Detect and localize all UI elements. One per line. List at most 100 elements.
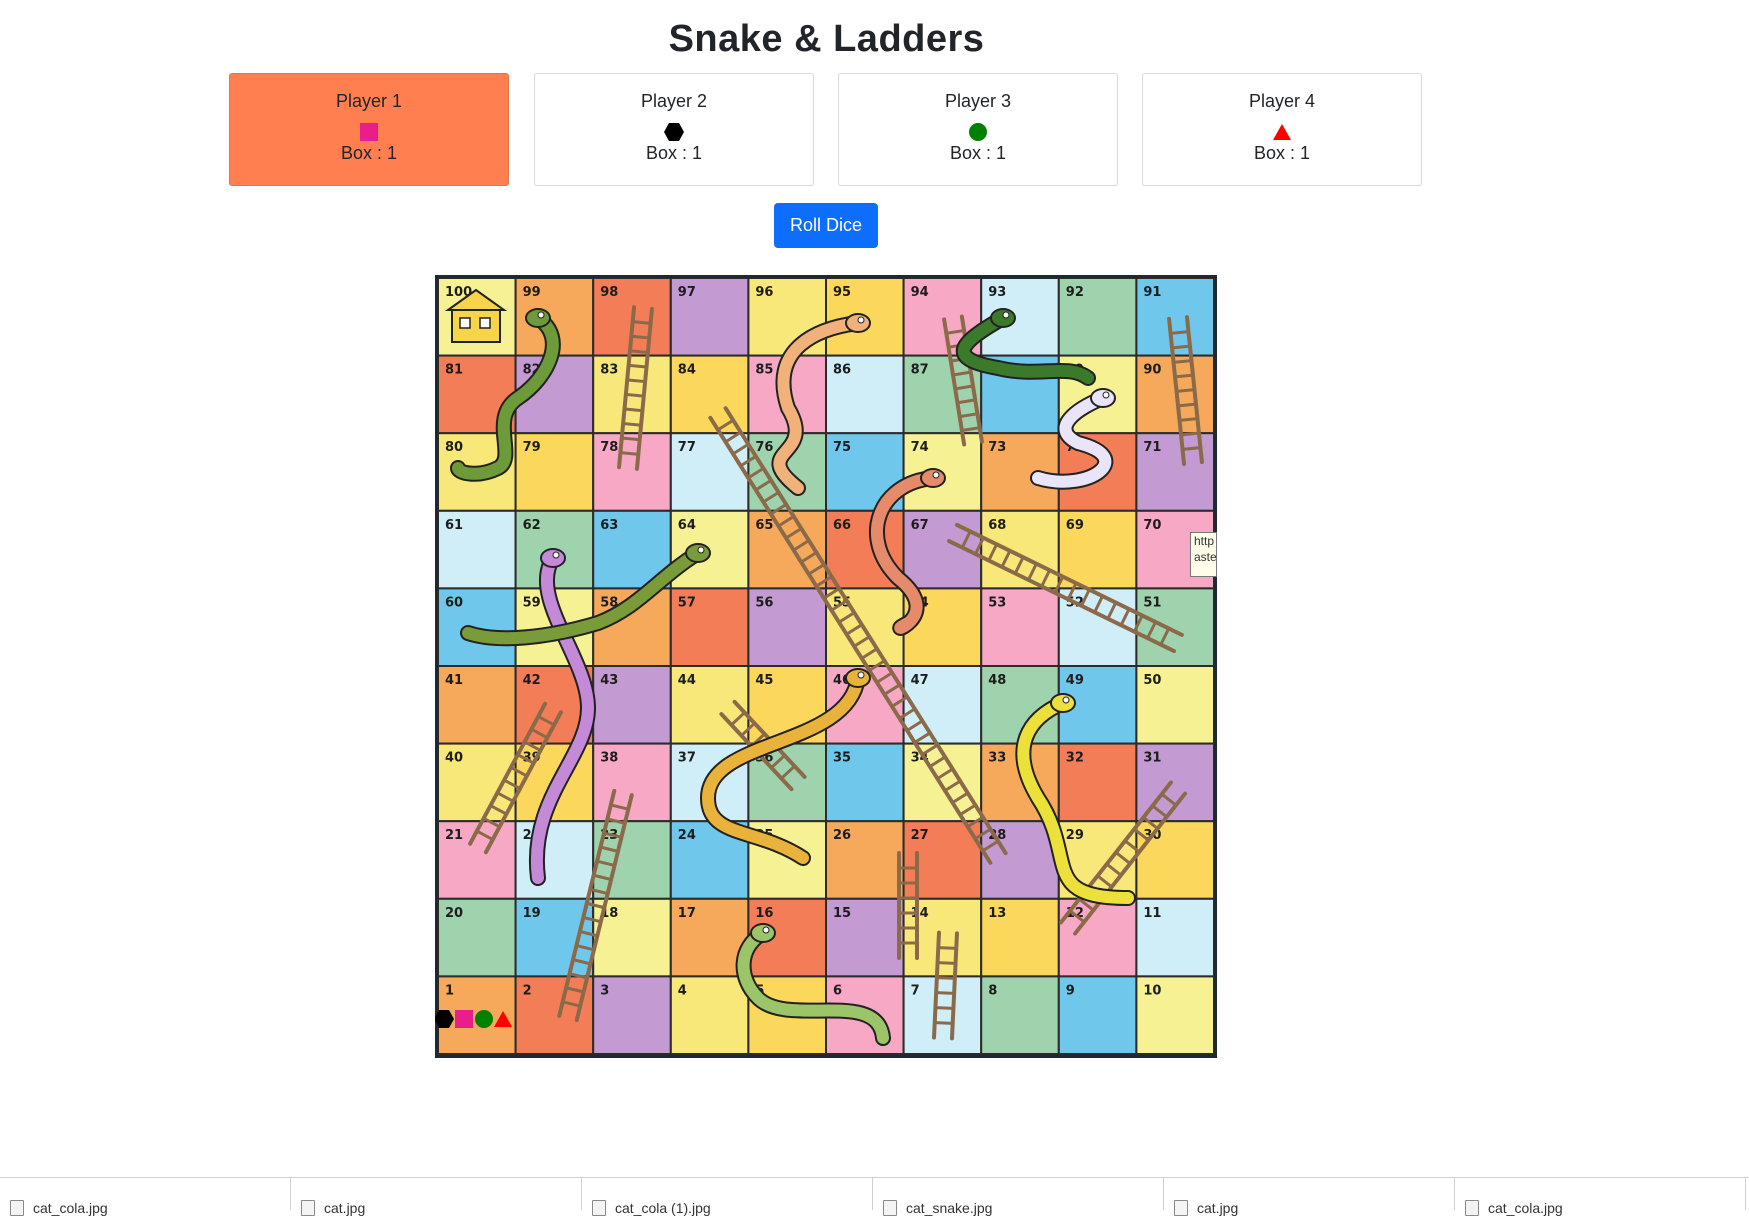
cell-number: 7 (911, 983, 920, 998)
red-triangle-token-icon (494, 1011, 512, 1027)
tooltip: http aste (1190, 532, 1217, 577)
page-title: Snake & Ladders (668, 18, 985, 60)
player-card-4: Player 4 Box : 1 (1142, 73, 1422, 186)
player-tokens-on-square-1 (435, 1010, 512, 1028)
board-cell: 92 (1057, 278, 1138, 357)
board-cell: 50 (1135, 665, 1214, 745)
cell-number: 21 (445, 828, 463, 843)
player-box: Box : 1 (1253, 143, 1311, 163)
download-item[interactable]: cat_cola.jpg (1455, 1178, 1746, 1216)
cell-number: 75 (833, 440, 851, 455)
download-item[interactable]: cat_cola.jpg (0, 1178, 291, 1216)
cell-number: 73 (988, 440, 1006, 455)
cell-number: 65 (755, 518, 773, 533)
board-cell: 41 (438, 665, 517, 745)
download-item[interactable]: cat.jpg (1164, 1178, 1455, 1216)
board-cell: 97 (669, 278, 750, 357)
cell-number: 10 (1143, 983, 1161, 998)
board-cell: 30 (1135, 820, 1214, 900)
cell-number: 83 (600, 363, 618, 378)
cell-number: 16 (755, 906, 773, 921)
cell-number: 4 (678, 983, 687, 998)
player-card-2: Player 2 Box : 1 (534, 73, 814, 186)
cell-number: 68 (988, 518, 1006, 533)
cell-number: 51 (1143, 595, 1161, 610)
board-canvas: 100 99 98 97 96 95 94 93 92 9181 82 83 84 85 86 87 88 89 9… (438, 278, 1214, 1055)
cell-number: 80 (445, 440, 463, 455)
pink-square-token-icon (455, 1010, 473, 1028)
file-icon (10, 1200, 24, 1216)
cell-number: 44 (678, 673, 696, 688)
download-item[interactable]: cat_cola (1).jpg (582, 1178, 873, 1216)
cell-number: 38 (600, 751, 618, 766)
board-cell: 79 (514, 432, 595, 512)
cell-number: 8 (988, 983, 997, 998)
download-name: cat_cola.jpg (33, 1200, 108, 1216)
download-item[interactable]: cat.jpg (291, 1178, 582, 1216)
cell-number: 62 (523, 518, 541, 533)
cell-number: 15 (833, 906, 851, 921)
cell-number: 13 (988, 906, 1006, 921)
cell-number: 61 (445, 518, 463, 533)
board-cell: 7 (902, 975, 983, 1055)
cell-number: 43 (600, 673, 618, 688)
board-cell: 4 (669, 975, 750, 1055)
cell-number: 93 (988, 285, 1006, 300)
cell-number: 78 (600, 440, 618, 455)
cell-number: 85 (755, 363, 773, 378)
cell-number: 1 (445, 983, 454, 998)
black-hexagon-token-icon (435, 1010, 454, 1028)
cell-number: 19 (523, 906, 541, 921)
board-cell: 78 (592, 432, 672, 512)
player-name: Player 1 (335, 91, 403, 111)
download-name: cat_cola.jpg (1488, 1200, 1563, 1216)
cell-number: 87 (911, 363, 929, 378)
board-cell: 43 (592, 665, 672, 745)
cell-number: 63 (600, 518, 618, 533)
red-triangle-token-icon (1273, 124, 1291, 140)
cell-number: 94 (911, 285, 929, 300)
cell-number: 32 (1066, 751, 1084, 766)
board-cell: 57 (669, 587, 750, 667)
file-icon (301, 1200, 315, 1216)
board-cell: 8 (980, 975, 1060, 1055)
roll-dice-button[interactable]: Roll Dice (774, 203, 878, 248)
board-cell: 77 (669, 432, 750, 512)
cell-number: 45 (755, 673, 773, 688)
board-cell: 35 (825, 742, 905, 823)
cell-number: 3 (600, 983, 609, 998)
cell-number: 41 (445, 673, 463, 688)
board-cell: 32 (1057, 742, 1138, 823)
cell-number: 95 (833, 285, 851, 300)
cell-number: 57 (678, 595, 696, 610)
board-cell: 73 (980, 432, 1060, 512)
file-icon (1465, 1200, 1479, 1216)
file-icon (1174, 1200, 1188, 1216)
board-cell: 84 (669, 354, 750, 435)
green-circle-token-icon (969, 123, 987, 141)
cell-number: 66 (833, 518, 851, 533)
cell-number: 37 (678, 751, 696, 766)
board-cell: 47 (902, 665, 983, 745)
board-cell: 69 (1057, 509, 1138, 590)
cell-number: 24 (678, 828, 696, 843)
cell-number: 49 (1066, 673, 1084, 688)
cell-number: 47 (911, 673, 929, 688)
cell-number: 6 (833, 983, 842, 998)
cell-number: 9 (1066, 983, 1075, 998)
cell-number: 20 (445, 906, 463, 921)
board-cell: 19 (514, 897, 595, 978)
file-icon (883, 1200, 897, 1216)
game-board[interactable]: 100 99 98 97 96 95 94 93 92 91 81 82 83 84 85 86 87 88 89 9… (435, 275, 1217, 1058)
cell-number: 70 (1143, 518, 1161, 533)
cell-number: 40 (445, 751, 463, 766)
cell-number: 74 (911, 440, 929, 455)
cell-number: 56 (755, 595, 773, 610)
board-cell: 2 (514, 975, 595, 1055)
board-cell: 11 (1135, 897, 1214, 978)
cell-number: 59 (523, 595, 541, 610)
downloads-bar: cat_cola.jpg cat.jpg cat_cola (1).jpg ca… (0, 1177, 1749, 1216)
download-item[interactable]: cat_snake.jpg (873, 1178, 1164, 1216)
cell-number: 91 (1143, 285, 1161, 300)
board-cell: 51 (1135, 587, 1214, 667)
